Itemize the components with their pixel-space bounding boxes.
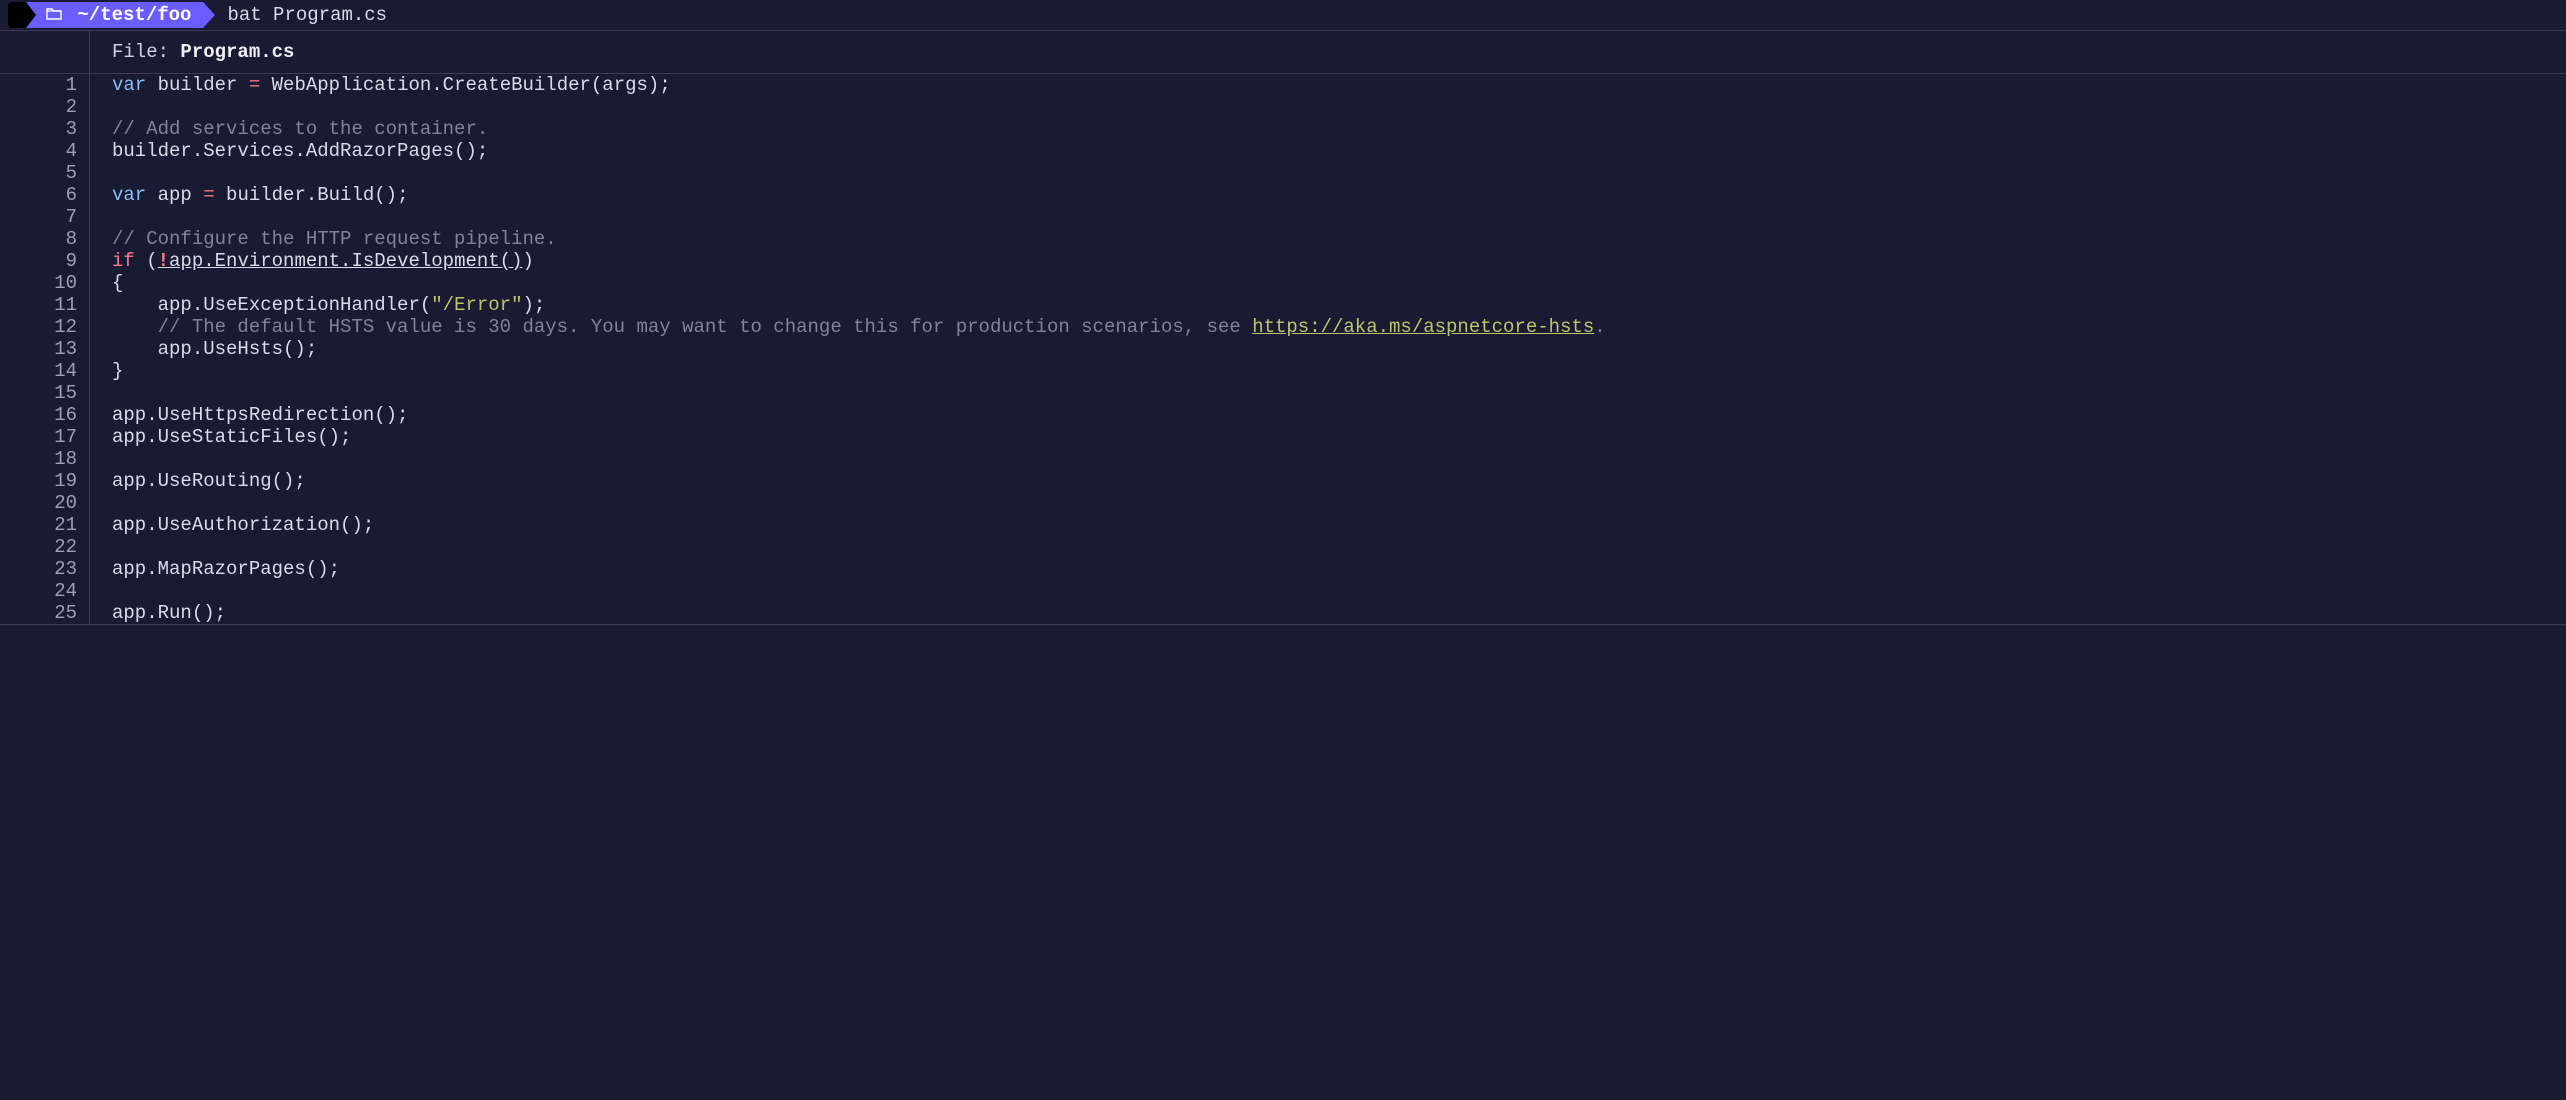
code-line[interactable] — [112, 536, 1606, 558]
path-prefix: ~/test/ — [77, 4, 157, 26]
bottom-rule — [0, 624, 2566, 625]
line-number: 4 — [0, 140, 77, 162]
line-number: 10 — [0, 272, 77, 294]
code-line[interactable]: builder.Services.AddRazorPages(); — [112, 140, 1606, 162]
file-name: Program.cs — [180, 41, 294, 63]
code-line[interactable] — [112, 580, 1606, 602]
line-number-gutter: 1234567891011121314151617181920212223242… — [0, 74, 90, 624]
line-number: 16 — [0, 404, 77, 426]
line-number: 12 — [0, 316, 77, 338]
terminal-window: ~/test/foo bat Program.cs File: Program.… — [0, 0, 2566, 625]
code-line[interactable]: app.UseAuthorization(); — [112, 514, 1606, 536]
line-number: 21 — [0, 514, 77, 536]
line-number: 24 — [0, 580, 77, 602]
code-line[interactable]: app.Run(); — [112, 602, 1606, 624]
code-line[interactable]: if (!app.Environment.IsDevelopment()) — [112, 250, 1606, 272]
path-arrow-icon — [203, 2, 215, 28]
code-line[interactable]: app.UseHsts(); — [112, 338, 1606, 360]
path-segment: ~/test/foo — [26, 2, 203, 28]
code-line[interactable]: // Configure the HTTP request pipeline. — [112, 228, 1606, 250]
code-line[interactable]: } — [112, 360, 1606, 382]
command-text[interactable]: bat Program.cs — [215, 4, 387, 26]
code-line[interactable]: var app = builder.Build(); — [112, 184, 1606, 206]
os-segment — [8, 2, 26, 28]
code-line[interactable] — [112, 162, 1606, 184]
line-number: 23 — [0, 558, 77, 580]
line-number: 9 — [0, 250, 77, 272]
line-number: 18 — [0, 448, 77, 470]
code-area[interactable]: 1234567891011121314151617181920212223242… — [0, 74, 2566, 624]
code-line[interactable]: var builder = WebApplication.CreateBuild… — [112, 74, 1606, 96]
code-line[interactable] — [112, 96, 1606, 118]
code-line[interactable]: app.UseRouting(); — [112, 470, 1606, 492]
line-number: 20 — [0, 492, 77, 514]
code-line[interactable] — [112, 206, 1606, 228]
code-content[interactable]: var builder = WebApplication.CreateBuild… — [90, 74, 1606, 624]
line-number: 15 — [0, 382, 77, 404]
code-line[interactable]: app.MapRazorPages(); — [112, 558, 1606, 580]
file-label: File: — [112, 41, 169, 63]
code-line[interactable] — [112, 382, 1606, 404]
line-number: 7 — [0, 206, 77, 228]
line-number: 2 — [0, 96, 77, 118]
code-line[interactable]: app.UseStaticFiles(); — [112, 426, 1606, 448]
code-line[interactable]: { — [112, 272, 1606, 294]
code-line[interactable] — [112, 492, 1606, 514]
folder-icon — [46, 6, 62, 20]
line-number: 19 — [0, 470, 77, 492]
code-line[interactable]: // The default HSTS value is 30 days. Yo… — [112, 316, 1606, 338]
shell-prompt-bar[interactable]: ~/test/foo bat Program.cs — [0, 0, 2566, 30]
code-line[interactable]: // Add services to the container. — [112, 118, 1606, 140]
line-number: 3 — [0, 118, 77, 140]
line-number: 5 — [0, 162, 77, 184]
line-number: 13 — [0, 338, 77, 360]
path-current-dir: foo — [157, 4, 191, 26]
line-number: 17 — [0, 426, 77, 448]
line-number: 22 — [0, 536, 77, 558]
line-number: 14 — [0, 360, 77, 382]
line-number: 6 — [0, 184, 77, 206]
line-number: 11 — [0, 294, 77, 316]
line-number: 8 — [0, 228, 77, 250]
file-header: File: Program.cs — [0, 31, 2566, 73]
code-line[interactable]: app.UseExceptionHandler("/Error"); — [112, 294, 1606, 316]
line-number: 1 — [0, 74, 77, 96]
code-line[interactable]: app.UseHttpsRedirection(); — [112, 404, 1606, 426]
line-number: 25 — [0, 602, 77, 624]
code-line[interactable] — [112, 448, 1606, 470]
